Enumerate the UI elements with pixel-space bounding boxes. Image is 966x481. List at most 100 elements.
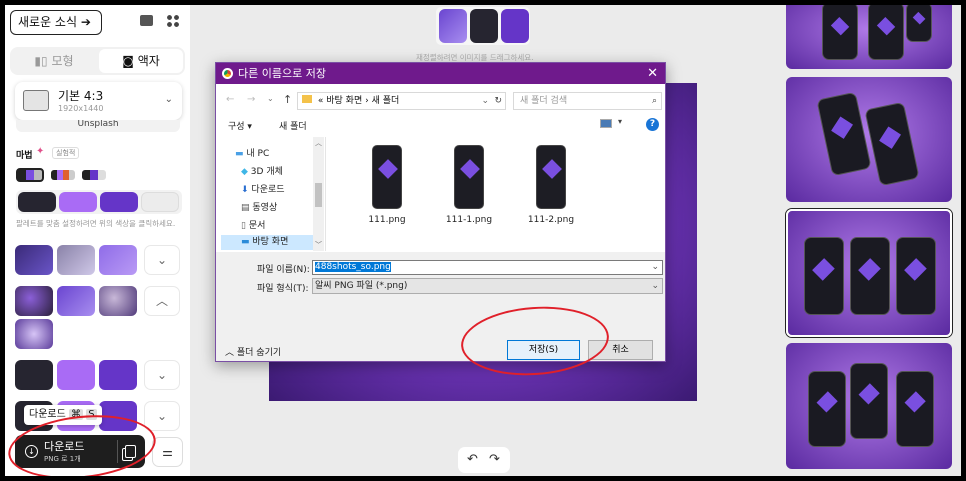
palette-color-indigo[interactable] [100, 192, 138, 212]
file-item[interactable]: 111-1.png [439, 145, 499, 225]
up-icon[interactable]: ↑ [283, 93, 292, 106]
output-thumbnail[interactable] [786, 5, 952, 69]
filename-field[interactable]: 488shots_so.png ⌄ [312, 260, 663, 275]
tree-item-3d[interactable]: ◆ 3D 개체 [241, 164, 283, 177]
output-thumbnail-selected[interactable] [786, 209, 952, 337]
background-swatch[interactable] [57, 286, 95, 316]
sparkle-icon: ✦ [36, 146, 45, 157]
search-input[interactable]: 새 폴더 검색 ⌕ [513, 92, 662, 110]
address-chevron-icon[interactable]: ⌄ [481, 93, 489, 109]
background-swatch[interactable] [15, 360, 53, 390]
tree-label: 동영상 [252, 203, 278, 213]
filetype-select[interactable]: 알씨 PNG 파일 (*.png) ⌄ [312, 278, 663, 294]
filetype-chevron-icon: ⌄ [651, 281, 659, 291]
background-swatch[interactable] [99, 286, 137, 316]
arrow-right-icon: ➔ [80, 15, 91, 29]
recent-chevron-icon[interactable]: ⌄ [267, 94, 274, 103]
palette-preset-1[interactable] [16, 168, 44, 182]
image-thumbnail[interactable] [439, 9, 467, 43]
background-swatch[interactable] [15, 319, 53, 349]
undo-redo: ↶ ↷ [458, 447, 510, 473]
output-thumbnail[interactable] [786, 77, 952, 202]
organize-label: 구성 [228, 122, 245, 132]
collapse-chevron-icon[interactable]: ︿ [144, 286, 180, 316]
tree-item-desktop[interactable]: ▬ 바탕 화면 [221, 235, 313, 250]
tree-item-pc[interactable]: ▬ 내 PC [235, 146, 269, 159]
breadcrumb-root[interactable]: « [318, 96, 324, 106]
forward-icon[interactable]: → [247, 94, 255, 105]
palette-color-violet[interactable] [59, 192, 97, 212]
refresh-icon[interactable]: ↻ [494, 93, 502, 109]
breadcrumb-newfolder[interactable]: 새 폴더 [372, 96, 400, 106]
file-item[interactable]: 111.png [357, 145, 417, 225]
search-icon: ⌕ [651, 96, 657, 106]
back-icon[interactable]: ← [226, 94, 234, 105]
view-chevron-icon[interactable]: ▾ [618, 117, 622, 126]
save-as-dialog: 다른 이름으로 저장 ✕ ← → ⌄ ↑ « 바탕 화면 › 새 폴더 ⌄ ↻ … [215, 62, 666, 362]
nav-tree: ▬ 내 PC ◆ 3D 개체 ⬇ 다운로드 ▤ 동영상 ▯ 문서 ▬ 바탕 화면… [217, 137, 326, 251]
filetype-label: 파일 형식(T): [257, 284, 309, 294]
undo-icon[interactable]: ↶ [467, 447, 478, 473]
file-name: 111-2.png [527, 215, 575, 225]
expand-chevron-icon[interactable]: ⌄ [144, 245, 180, 275]
command-bar: 구성 ▾ 새 폴더 ▾ ? [216, 114, 665, 136]
tab-mockup[interactable]: ▮▯ 모형 [12, 49, 96, 73]
address-bar[interactable]: « 바탕 화면 › 새 폴더 ⌄ ↻ [297, 92, 506, 110]
palette-preset-3[interactable] [82, 170, 106, 180]
filename-value: 488shots_so.png [315, 262, 391, 272]
hide-folders-label: 폴더 숨기기 [236, 348, 282, 358]
tab-frame[interactable]: ◙ 액자 [99, 49, 183, 73]
scroll-down-icon[interactable]: ﹀ [315, 240, 322, 250]
expand-chevron-icon[interactable]: ⌄ [144, 360, 180, 390]
background-swatch[interactable] [99, 245, 137, 275]
tree-item-downloads[interactable]: ⬇ 다운로드 [241, 182, 285, 195]
search-placeholder: 새 폴더 검색 [520, 96, 568, 106]
background-swatch[interactable] [57, 245, 95, 275]
document-icon: ▯ [241, 221, 246, 231]
image-thumbnail[interactable] [470, 9, 498, 43]
help-icon[interactable]: ? [646, 118, 659, 131]
background-swatch[interactable] [99, 360, 137, 390]
file-thumbnail [454, 145, 484, 209]
redo-icon[interactable]: ↷ [489, 447, 500, 473]
image-thumbnail[interactable] [501, 9, 529, 43]
tab-mockup-label: 모형 [51, 54, 74, 68]
dialog-title: 다른 이름으로 저장 [238, 67, 326, 80]
size-name: 기본 4:3 [58, 89, 104, 103]
organize-menu[interactable]: 구성 ▾ [228, 119, 252, 132]
frame-icon: ◙ [122, 54, 134, 68]
file-item[interactable]: 111-2.png [521, 145, 581, 225]
grid-icon[interactable] [166, 14, 180, 28]
palette-preset-2[interactable] [51, 170, 75, 180]
chrome-icon [222, 68, 233, 79]
close-icon[interactable]: ✕ [647, 63, 658, 84]
scroll-thumb[interactable] [315, 183, 322, 207]
new-folder-button[interactable]: 새 폴더 [279, 119, 307, 132]
tree-item-videos[interactable]: ▤ 동영상 [241, 200, 277, 213]
palette-color-dark[interactable] [18, 192, 56, 212]
unsplash-button[interactable]: Unsplash [16, 120, 180, 132]
tree-scrollbar[interactable]: ︿ ﹀ [313, 137, 324, 251]
settings-sliders-icon[interactable]: ⚌ [152, 437, 183, 467]
size-dropdown[interactable]: 기본 4:3 1920x1440 ⌄ [15, 82, 182, 120]
news-button[interactable]: 새로운 소식 ➔ [10, 10, 102, 35]
tab-frame-label: 액자 [137, 54, 160, 68]
filename-chevron-icon[interactable]: ⌄ [651, 261, 659, 274]
chat-icon[interactable] [140, 15, 153, 26]
scroll-up-icon[interactable]: ︿ [315, 138, 322, 148]
tree-item-documents[interactable]: ▯ 문서 [241, 218, 265, 231]
breadcrumb-desktop[interactable]: 바탕 화면 [326, 96, 362, 106]
file-thumbnail [372, 145, 402, 209]
hide-folders-toggle[interactable]: ︿ 폴더 숨기기 [225, 345, 281, 358]
background-swatch[interactable] [15, 286, 53, 316]
view-options-icon[interactable] [600, 119, 612, 128]
tab-bar: ▮▯ 모형 ◙ 액자 [10, 47, 185, 75]
background-swatch[interactable] [15, 245, 53, 275]
aspect-swatch [23, 90, 49, 111]
background-swatch[interactable] [57, 360, 95, 390]
output-thumbnail[interactable] [786, 343, 952, 469]
expand-chevron-icon[interactable]: ⌄ [144, 401, 180, 431]
unsplash-label: Unsplash [77, 120, 119, 129]
experimental-badge: 실험적 [52, 147, 80, 159]
palette-color-light[interactable] [141, 192, 179, 212]
